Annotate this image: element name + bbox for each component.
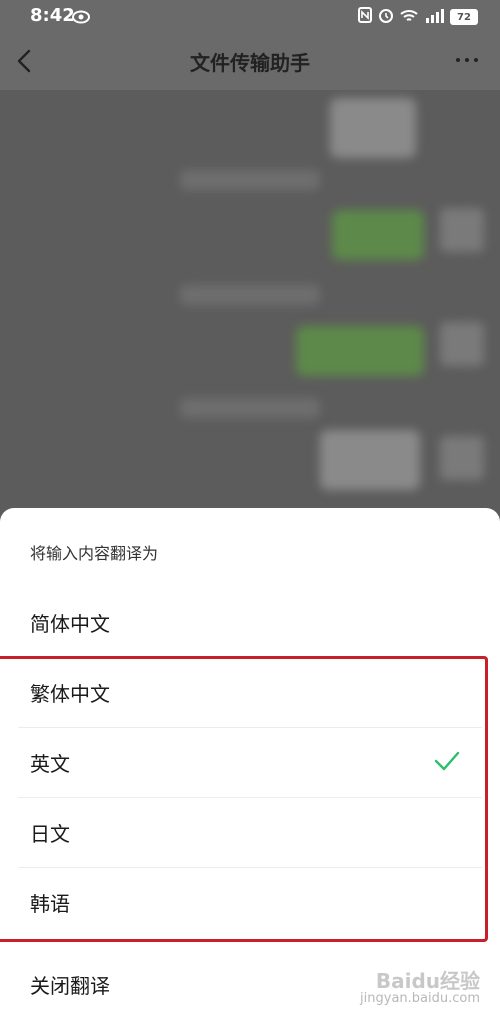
avatar	[440, 208, 484, 252]
timestamp-blob	[180, 398, 320, 418]
eye-icon	[72, 9, 90, 28]
signal-icon	[424, 8, 444, 27]
battery-icon: 72	[450, 9, 478, 25]
avatar	[440, 436, 484, 480]
page-title: 文件传输助手	[190, 51, 310, 75]
option-label: 繁体中文	[30, 682, 110, 706]
more-icon[interactable]	[456, 58, 478, 62]
chat-bubble	[332, 210, 424, 260]
option-korean[interactable]: 韩语	[0, 868, 500, 938]
option-english[interactable]: 英文	[0, 728, 500, 798]
option-label: 韩语	[30, 892, 70, 916]
wifi-icon	[400, 8, 418, 27]
watermark-brand: Baidu经验	[375, 968, 480, 993]
avatar	[440, 322, 484, 366]
nav-bar: 文件传输助手	[0, 34, 500, 90]
chat-bubble	[296, 326, 424, 376]
option-japanese[interactable]: 日文	[0, 798, 500, 868]
sheet-title: 将输入内容翻译为	[30, 544, 159, 563]
status-icons: 72	[358, 7, 478, 27]
timestamp-blob	[180, 285, 320, 305]
timestamp-blob	[180, 170, 320, 190]
option-traditional-chinese[interactable]: 繁体中文	[0, 658, 500, 728]
translate-sheet: 将输入内容翻译为 简体中文 繁体中文 英文 日文 韩语 关闭翻译 Baidu经验…	[0, 508, 500, 1020]
option-label: 关闭翻译	[30, 974, 110, 998]
check-icon	[434, 750, 460, 776]
nfc-icon	[358, 7, 372, 27]
chat-bubble	[330, 98, 416, 158]
status-bar: 8:42 72	[0, 0, 500, 34]
watermark-url: jingyan.baidu.com	[360, 990, 480, 1006]
status-time: 8:42	[30, 5, 75, 26]
option-label: 日文	[30, 822, 70, 846]
chat-bubble	[320, 430, 420, 490]
watermark: Baidu经验 jingyan.baidu.com	[360, 970, 480, 1006]
option-label: 英文	[30, 752, 70, 776]
alarm-icon	[378, 7, 394, 27]
option-label: 简体中文	[30, 612, 110, 636]
option-simplified-chinese[interactable]: 简体中文	[0, 588, 500, 658]
chat-background	[0, 90, 500, 520]
